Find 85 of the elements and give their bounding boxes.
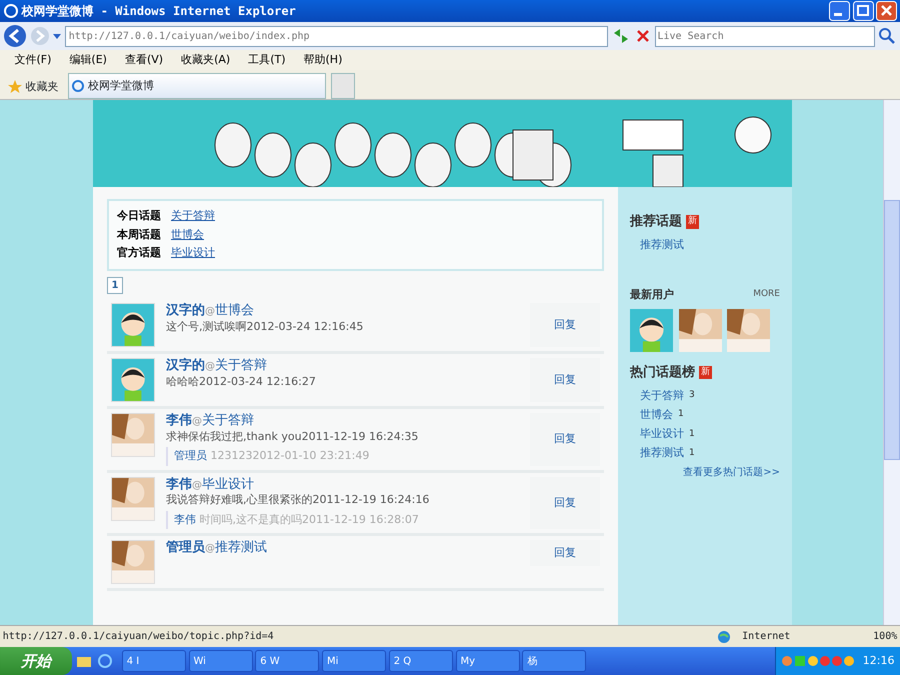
- taskbar-button[interactable]: 2 Q: [388, 650, 453, 672]
- topic-link[interactable]: 毕业设计: [630, 426, 684, 442]
- avatar-drawing: [111, 303, 155, 348]
- author-link[interactable]: 汉字的: [166, 358, 205, 375]
- author-link[interactable]: 李伟: [166, 413, 192, 430]
- new-badge: 新: [699, 366, 712, 379]
- menu-item[interactable]: 编辑(E): [60, 52, 116, 68]
- avatar-drawing: [630, 308, 673, 352]
- topic-link[interactable]: 推荐测试: [215, 540, 267, 557]
- search-icon[interactable]: [877, 26, 898, 46]
- avatar-drawing: [111, 358, 155, 402]
- menu-item[interactable]: 收藏夹(A): [172, 52, 240, 68]
- topic-count: 1: [689, 428, 695, 440]
- section-title: 推荐话题: [630, 213, 682, 231]
- topic-link[interactable]: 关于答辩: [215, 358, 267, 375]
- topic-link[interactable]: 世博会: [630, 406, 673, 424]
- reply-button[interactable]: 回复: [530, 540, 600, 566]
- menu-item[interactable]: 查看(V): [116, 52, 172, 68]
- topic-link[interactable]: 推荐测试: [630, 445, 684, 462]
- maximize-button[interactable]: [852, 1, 874, 21]
- taskbar-button[interactable]: Mi: [322, 650, 386, 672]
- at-sign: @: [192, 478, 202, 492]
- post-text: 这个号,测试唉啊2012-03-24 12:16:45: [166, 320, 364, 334]
- topic-link[interactable]: 关于答辩: [202, 413, 254, 430]
- reply-button[interactable]: 回复: [530, 303, 600, 348]
- browser-tab[interactable]: 校网学堂微博: [68, 73, 326, 99]
- at-sign: @: [205, 360, 215, 374]
- favorites-button[interactable]: 收藏夹: [2, 78, 62, 96]
- reply-button[interactable]: 回复: [530, 476, 600, 530]
- topic-link[interactable]: 世博会: [215, 303, 254, 320]
- start-button[interactable]: 开始: [0, 647, 72, 675]
- topic-link[interactable]: 世博会: [171, 226, 204, 244]
- taskbar-button[interactable]: My: [456, 650, 520, 672]
- topic-link[interactable]: 关于答辩: [171, 207, 215, 226]
- at-sign: @: [205, 542, 215, 556]
- scrollbar[interactable]: [883, 100, 900, 625]
- reply-button[interactable]: 回复: [530, 413, 600, 466]
- post-text: 求神保佑我过把,thank you2011-12-19 16:24:35: [166, 430, 420, 444]
- topic-count: 1: [678, 408, 684, 422]
- new-badge: 新: [686, 215, 699, 228]
- author-link[interactable]: 管理员: [166, 540, 205, 557]
- topic-link[interactable]: 关于答辩: [630, 388, 684, 404]
- back-button[interactable]: [2, 24, 27, 48]
- taskbar-button[interactable]: Wi: [188, 650, 252, 672]
- author-link[interactable]: 李伟: [166, 476, 192, 494]
- dropdown-icon[interactable]: [52, 32, 62, 40]
- taskbar-button[interactable]: 杨: [522, 650, 586, 672]
- topic-label: 今日话题: [117, 208, 162, 224]
- clock: 12:16: [862, 652, 894, 669]
- menu-item[interactable]: 文件(F): [6, 52, 60, 68]
- topic-link[interactable]: 毕业设计: [171, 244, 215, 264]
- menu-item[interactable]: 帮助(H): [294, 52, 352, 68]
- minimize-button[interactable]: [828, 1, 850, 21]
- taskbar-button[interactable]: 6 W: [255, 650, 320, 672]
- taskbar-button[interactable]: 4 I: [122, 650, 186, 672]
- section-title: 最新用户: [630, 286, 674, 302]
- topic-count: 1: [689, 446, 695, 460]
- section-title: 热门话题榜: [630, 364, 695, 382]
- topic-count: 3: [689, 389, 695, 402]
- search-field[interactable]: Live Search: [654, 26, 874, 46]
- address-field[interactable]: http://127.0.0.1/caiyuan/weibo/index.php: [65, 26, 608, 46]
- star-icon: [6, 79, 22, 95]
- more-link[interactable]: MORE: [753, 288, 780, 302]
- at-sign: @: [192, 415, 202, 428]
- reply-button[interactable]: 回复: [530, 358, 600, 402]
- at-sign: @: [205, 305, 215, 318]
- window-title: 校网学堂微博 - Windows Internet Explorer: [22, 3, 297, 20]
- reply-text: 管理员 1231232012-01-10 23:21:49: [166, 447, 519, 466]
- more-topics-link[interactable]: 查看更多热门话题>>: [630, 464, 780, 480]
- zoom-button[interactable]: 100%: [873, 629, 898, 644]
- globe-icon: [717, 630, 732, 644]
- topic-label: 官方话题: [117, 245, 162, 262]
- topic-link[interactable]: 毕业设计: [202, 476, 254, 494]
- status-text: http://127.0.0.1/caiyuan/weibo/topic.php?id=4: [2, 630, 275, 644]
- scroll-thumb[interactable]: [884, 200, 900, 460]
- author-link[interactable]: 汉字的: [166, 303, 205, 320]
- post-text: 哈哈哈2012-03-24 12:16:27: [166, 374, 317, 390]
- zone-label: Internet: [742, 630, 792, 644]
- topic-label: 本周话题: [117, 226, 162, 243]
- close-button[interactable]: [876, 1, 898, 21]
- page-button[interactable]: 1: [107, 276, 123, 294]
- reply-text: 李伟 时间吗,这不是真的吗2011-12-19 16:28:07: [166, 510, 519, 530]
- menu-item[interactable]: 工具(T): [239, 52, 294, 68]
- topic-link[interactable]: 推荐测试: [630, 237, 780, 254]
- post-text: 我说答辩好难哦,心里很紧张的2011-12-19 16:24:16: [166, 493, 430, 508]
